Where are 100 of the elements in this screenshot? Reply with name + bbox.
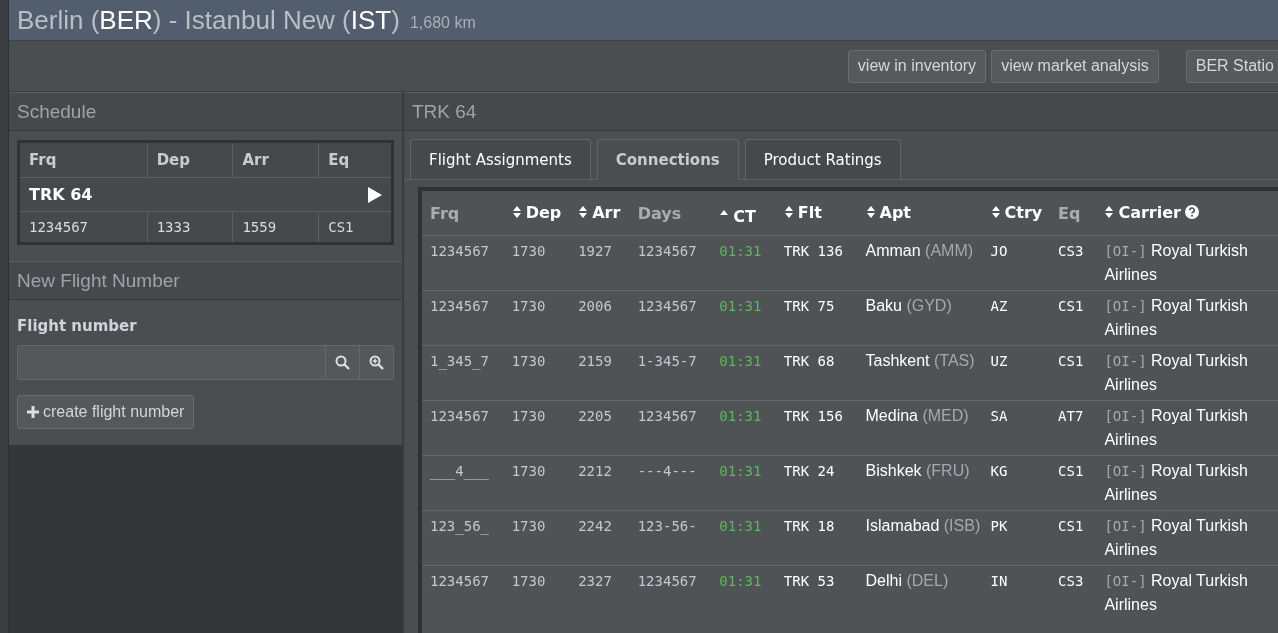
table-cell: TRK 68 [775, 345, 858, 401]
play-icon[interactable] [368, 186, 382, 203]
connection-time: 01:31 [711, 510, 776, 566]
table-cell: ___4___ [422, 455, 504, 511]
column-header[interactable]: Flt [775, 191, 858, 236]
table-cell: ---4--- [629, 455, 712, 511]
toolbar-button[interactable]: view market analysis [991, 49, 1159, 83]
sort-icon[interactable] [578, 205, 589, 220]
table-cell: 1234567 [422, 290, 504, 346]
table-cell: 1234567 [629, 235, 712, 291]
connection-time: 01:31 [711, 290, 776, 346]
help-icon[interactable] [1185, 205, 1199, 220]
table-cell: 1234567 [629, 400, 712, 456]
table-cell: AZ [982, 290, 1051, 346]
table-cell: 2205 [570, 400, 630, 456]
column-header[interactable]: Arr [570, 191, 630, 236]
table-cell: CS3 [1050, 565, 1097, 620]
table-cell: IN [982, 565, 1051, 620]
sort-icon[interactable] [990, 205, 1001, 220]
flight-group-label: TRK 64 [29, 185, 93, 204]
table-cell: TRK 53 [775, 565, 858, 620]
table-cell: UZ [982, 345, 1051, 401]
carrier-cell: [OI-] Royal Turkish Airlines [1096, 565, 1278, 620]
table-cell: 2327 [570, 565, 630, 620]
flight-number-field[interactable] [17, 345, 394, 380]
airport-cell: Bishkek (FRU) [857, 455, 983, 511]
column-header[interactable]: Dep [503, 191, 571, 236]
carrier-cell: [OI-] Royal Turkish Airlines [1096, 400, 1278, 456]
table-cell: TRK 18 [775, 510, 858, 566]
table-cell: TRK 75 [775, 290, 858, 346]
table-cell: CS1 [1050, 290, 1097, 346]
table-cell: CS1 [1050, 510, 1097, 566]
route-title: Berlin (BER) - Istanbul New (IST) [17, 4, 400, 36]
airport-cell: Delhi (DEL) [857, 565, 983, 620]
field-label: Flight number [17, 317, 138, 335]
connection-time: 01:31 [711, 455, 776, 511]
toolbar-button[interactable]: view in inventory [847, 49, 987, 83]
column-header[interactable]: Ctry [982, 191, 1051, 236]
create-flight-button[interactable]: create flight number [17, 395, 195, 429]
column-header: Frq [422, 191, 504, 236]
table-cell: SA [982, 400, 1051, 456]
table-cell: CS1 [1050, 455, 1097, 511]
table-cell: PK [982, 510, 1051, 566]
column-header[interactable]: Carrier [1096, 191, 1278, 236]
table-cell: 123_56_ [422, 510, 504, 566]
table-cell: 2212 [570, 455, 630, 511]
table-cell: 1333 [147, 211, 233, 244]
table-cell: AT7 [1050, 400, 1097, 456]
table-cell: TRK 24 [775, 455, 858, 511]
table-cell: 1730 [503, 235, 571, 291]
panel-header: TRK 64 [404, 92, 1278, 131]
table-cell: 1234567 [629, 290, 712, 346]
table-cell: 1730 [503, 400, 571, 456]
table-cell: 2159 [570, 345, 630, 401]
table-cell: CS1 [318, 211, 393, 244]
column-header[interactable]: CT [711, 191, 776, 236]
table-cell: 1730 [503, 510, 571, 566]
column-header: Dep [147, 141, 233, 178]
connection-time: 01:31 [711, 345, 776, 401]
airport-cell: Baku (GYD) [857, 290, 983, 346]
column-header: Days [629, 191, 712, 236]
carrier-cell: [OI-] Royal Turkish Airlines [1096, 290, 1278, 346]
sort-icon[interactable] [511, 205, 522, 220]
sort-icon[interactable] [1104, 205, 1115, 220]
panel-header: Schedule [9, 92, 402, 131]
column-header: Frq [18, 141, 148, 178]
airport-cell: Amman (AMM) [857, 235, 983, 291]
table-cell: 1234567 [422, 235, 504, 291]
airport-cell: Medina (MED) [857, 400, 983, 456]
station-button[interactable]: BER Statio [1185, 49, 1278, 83]
connection-time: 01:31 [711, 400, 776, 456]
tab[interactable]: Flight Assignments [410, 139, 591, 180]
tab[interactable]: Product Ratings [744, 139, 901, 180]
carrier-cell: [OI-] Royal Turkish Airlines [1096, 455, 1278, 511]
table-cell: 1730 [503, 290, 571, 346]
panel-header: New Flight Number [9, 261, 402, 300]
column-header[interactable]: Apt [857, 191, 983, 236]
sort-icon[interactable] [783, 205, 794, 220]
connection-time: 01:31 [711, 565, 776, 620]
table-cell: 1559 [232, 211, 319, 244]
sort-icon[interactable] [865, 205, 876, 220]
airport-cell: Tashkent (TAS) [857, 345, 983, 401]
zoom-in-icon [369, 355, 384, 370]
carrier-cell: [OI-] Royal Turkish Airlines [1096, 345, 1278, 401]
carrier-cell: [OI-] Royal Turkish Airlines [1096, 235, 1278, 291]
table-cell: 2006 [570, 290, 630, 346]
table-cell: 1-345-7 [629, 345, 712, 401]
sort-ascending-icon[interactable] [719, 209, 730, 215]
carrier-cell: [OI-] Royal Turkish Airlines [1096, 510, 1278, 566]
table-cell: 123-56- [629, 510, 712, 566]
connection-time: 01:31 [711, 235, 776, 291]
table-cell: KG [982, 455, 1051, 511]
tab[interactable]: Connections [596, 139, 739, 180]
table-cell: 1730 [503, 345, 571, 401]
table-cell: TRK 156 [775, 400, 858, 456]
table-cell: CS3 [1050, 235, 1097, 291]
table-cell: 1730 [503, 455, 571, 511]
distance-label: 1,680 km [409, 13, 476, 32]
table-cell: 1_345_7 [422, 345, 504, 401]
table-cell: 1234567 [422, 565, 504, 620]
